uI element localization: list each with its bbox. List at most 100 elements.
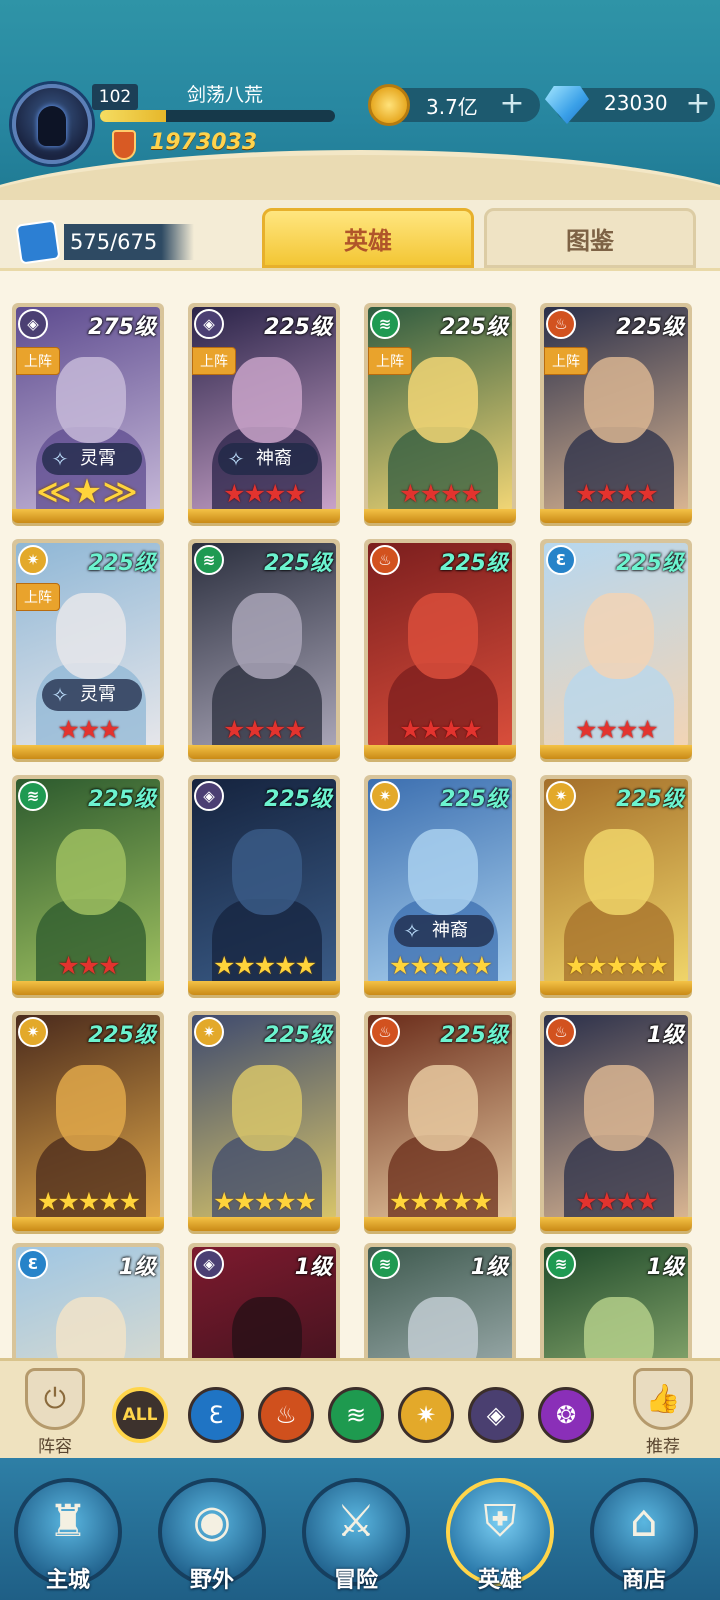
wind-faction-icon: ≋ (194, 545, 224, 575)
bond-icon: ✧ (227, 447, 245, 471)
hero-card[interactable]: ♨ 1级 ★★★★ (540, 1011, 692, 1231)
player-level: 102 (92, 84, 138, 110)
void-faction-icon: ◈ (194, 309, 224, 339)
void-faction-icon: ◈ (194, 781, 224, 811)
card-frame-base (12, 745, 164, 759)
hero-card[interactable]: ≋ 1级 (540, 1243, 692, 1358)
fire-faction-icon: ♨ (370, 545, 400, 575)
nav-heroes[interactable]: ⛨ 英雄 (444, 1478, 556, 1594)
shop-icon: ⌂ (630, 1496, 658, 1547)
hero-level: 225级 (264, 551, 332, 576)
lineup-button[interactable]: ⏻ 阵容 (20, 1368, 90, 1457)
hero-level: 225级 (264, 787, 332, 812)
hero-level: 1级 (470, 1255, 508, 1280)
main-city-icon: ♜ (48, 1496, 88, 1547)
filter-arcane[interactable]: ❂ (538, 1387, 594, 1443)
exp-bar (100, 110, 335, 122)
hero-card[interactable]: Ɛ 1级 (12, 1243, 164, 1358)
player-avatar[interactable] (12, 84, 92, 164)
bond-badge: ✧ 神裔 (394, 915, 494, 947)
filter-water[interactable]: Ɛ (188, 1387, 244, 1443)
hero-level: 225级 (440, 551, 508, 576)
lineup-icon: ⏻ (25, 1368, 85, 1430)
hero-card[interactable]: ≋ 225级 ★★★★ (188, 539, 340, 759)
hero-card[interactable]: ◈ 275级 上阵 ✧ 灵霄 ≪★≫ (12, 303, 164, 523)
hero-card[interactable]: ◈ 1级 (188, 1243, 340, 1358)
hero-card[interactable]: ✷ 225级 上阵 ✧ 灵霄 ★★★ (12, 539, 164, 759)
filter-fire[interactable]: ♨ (258, 1387, 314, 1443)
combat-power-value: 1973033 (150, 130, 258, 155)
hero-face (584, 829, 654, 915)
hero-card[interactable]: ✷ 225级 ★★★★★ (540, 775, 692, 995)
diamond-amount: 23030 (604, 91, 668, 115)
add-diamond-button[interactable]: + (684, 89, 712, 119)
hero-face (584, 1297, 654, 1358)
player-name: 剑荡八荒 (186, 84, 263, 106)
filter-all[interactable]: ALL (112, 1387, 168, 1443)
hero-card[interactable]: ◈ 225级 ★★★★★ (188, 775, 340, 995)
exp-bar-fill (100, 110, 166, 122)
hero-card[interactable]: ≋ 1级 (364, 1243, 516, 1358)
fire-faction-icon: ♨ (546, 309, 576, 339)
hero-card[interactable]: ✷ 225级 ★★★★★ (188, 1011, 340, 1231)
star-rank: ★★★★ (575, 1187, 659, 1216)
tab-heroes[interactable]: 英雄 (262, 208, 474, 268)
star-rank: ★★★★ (223, 715, 307, 744)
hero-card[interactable]: Ɛ 225级 ★★★★ (540, 539, 692, 759)
hero-card[interactable]: ♨ 225级 上阵 ★★★★ (540, 303, 692, 523)
nav-label: 主城 (45, 1568, 90, 1593)
bond-icon: ✧ (403, 919, 421, 943)
tab-gallery[interactable]: 图鉴 (484, 208, 696, 268)
recommend-button[interactable]: 👍 推荐 (628, 1368, 698, 1457)
star-rank: ★★★★★ (564, 951, 669, 980)
nav-label: 英雄 (477, 1568, 522, 1593)
nav-main-city[interactable]: ♜ 主城 (12, 1478, 124, 1594)
card-frame-base (540, 745, 692, 759)
deployed-badge: 上阵 (192, 347, 236, 375)
nav-label: 商店 (621, 1568, 666, 1593)
hero-face (408, 593, 478, 679)
card-frame-base (540, 509, 692, 523)
deployed-badge: 上阵 (16, 583, 60, 611)
star-rank: ★★★★ (575, 715, 659, 744)
hero-level: 225级 (88, 551, 156, 576)
wind-faction-icon: ≋ (370, 1249, 400, 1279)
star-rank: ★★★ (57, 715, 120, 744)
hero-card-icon (15, 219, 61, 265)
filter-void[interactable]: ◈ (468, 1387, 524, 1443)
hero-card[interactable]: ≋ 225级 ★★★ (12, 775, 164, 995)
hero-level: 225级 (264, 315, 332, 340)
hero-card[interactable]: ♨ 225级 ★★★★ (364, 539, 516, 759)
deployed-badge: 上阵 (16, 347, 60, 375)
nav-adventure[interactable]: ⚔ 冒险 (300, 1478, 412, 1594)
hero-card[interactable]: ◈ 225级 上阵 ✧ 神裔 ★★★★ (188, 303, 340, 523)
lineup-label: 阵容 (38, 1437, 72, 1457)
star-rank: ★★★★ (399, 479, 483, 508)
hero-face (408, 1065, 478, 1151)
add-gold-button[interactable]: + (498, 89, 526, 119)
hero-level: 1级 (294, 1255, 332, 1280)
hero-card[interactable]: ✷ 225级 ✧ 神裔 ★★★★★ (364, 775, 516, 995)
hero-card[interactable]: ≋ 225级 上阵 ★★★★ (364, 303, 516, 523)
water-faction-icon: Ɛ (18, 1249, 48, 1279)
hero-card[interactable]: ♨ 225级 ★★★★★ (364, 1011, 516, 1231)
star-rank: ★★★★ (575, 479, 659, 508)
filter-light[interactable]: ✷ (398, 1387, 454, 1443)
card-frame-base (364, 981, 516, 995)
hero-card[interactable]: ✷ 225级 ★★★★★ (12, 1011, 164, 1231)
hero-level: 225级 (88, 1023, 156, 1048)
star-rank: ★★★★★ (36, 1187, 141, 1216)
hero-face (56, 1065, 126, 1151)
nav-shop[interactable]: ⌂ 商店 (588, 1478, 700, 1594)
hero-face (232, 829, 302, 915)
wind-faction-icon: ≋ (546, 1249, 576, 1279)
bond-icon: ✧ (51, 683, 69, 707)
card-frame-base (12, 981, 164, 995)
filter-wind[interactable]: ≋ (328, 1387, 384, 1443)
hero-face (56, 593, 126, 679)
fire-faction-icon: ♨ (370, 1017, 400, 1047)
hero-level: 225级 (616, 315, 684, 340)
light-faction-icon: ✷ (370, 781, 400, 811)
star-rank: ★★★★★ (212, 951, 317, 980)
nav-field[interactable]: ◉ 野外 (156, 1478, 268, 1594)
